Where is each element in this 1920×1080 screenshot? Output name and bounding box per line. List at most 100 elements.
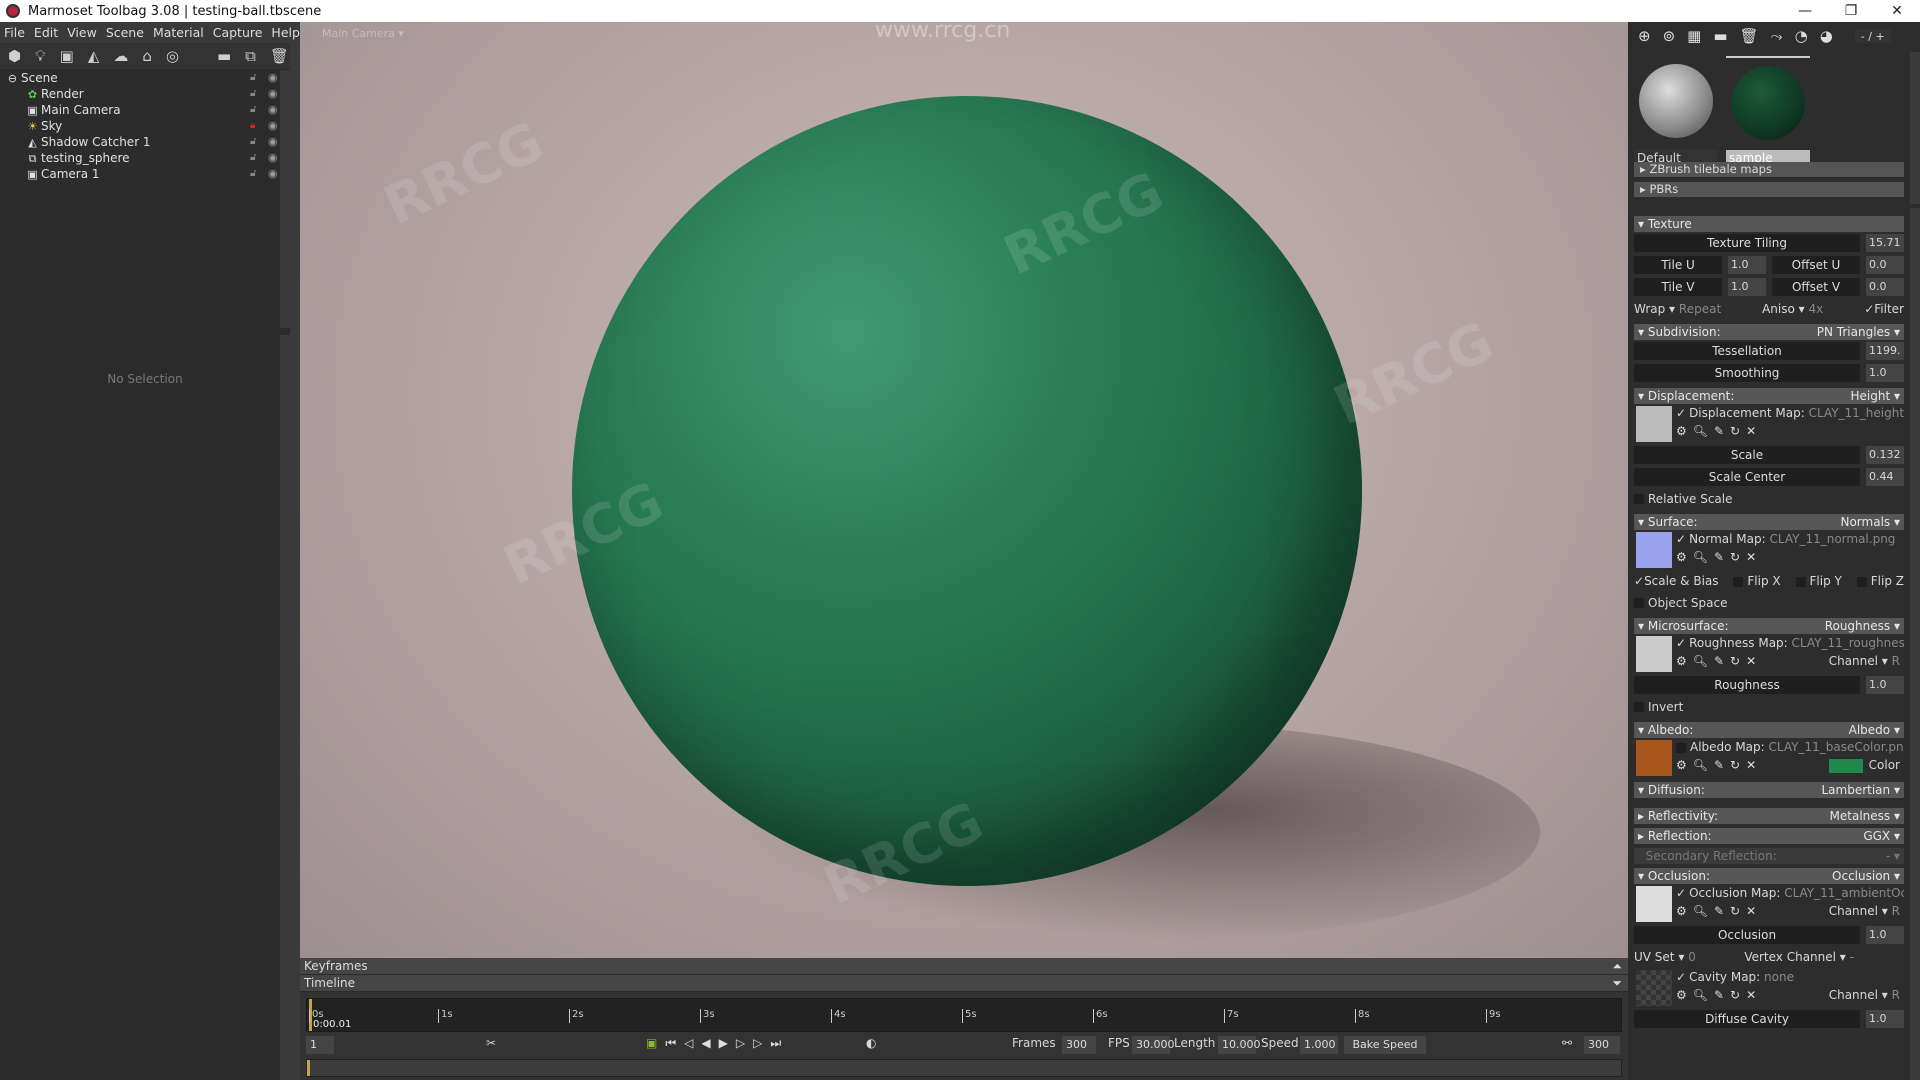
eye-icon[interactable]: ◉ xyxy=(268,134,278,150)
duplicate-material-icon[interactable]: ⊚ xyxy=(1663,27,1676,45)
tree-scrollbar[interactable] xyxy=(280,70,290,328)
surface-mode-dropdown[interactable]: Normals ▾ xyxy=(1840,514,1900,530)
add-light-icon[interactable]: 💡︎ xyxy=(35,47,46,65)
flip-x-checkbox[interactable]: Flip X xyxy=(1733,574,1781,588)
link-icon[interactable]: ⚯ xyxy=(1562,1036,1572,1050)
map-actions-icons[interactable]: ⚙🔍︎✎↻✕ xyxy=(1676,654,1762,668)
cavity-map-slot[interactable]: ✓ Cavity Map: none ⚙🔍︎✎↻✕ Channel ▾ R xyxy=(1634,968,1904,1008)
section-secondary-reflection[interactable]: Secondary Reflection: - ▾ xyxy=(1634,848,1904,864)
menu-scene[interactable]: Scene xyxy=(106,25,144,40)
tree-item-scene[interactable]: ⊖ Scene 🔓︎ ◉ xyxy=(0,70,290,86)
menu-capture[interactable]: Capture xyxy=(213,25,263,40)
menu-view[interactable]: View xyxy=(67,25,97,40)
properties-scrollbar[interactable] xyxy=(1910,208,1920,1080)
collapse-down-icon[interactable]: ⏷ xyxy=(1612,975,1622,992)
displacement-thumbnail[interactable] xyxy=(1636,406,1672,442)
last-frame-icon[interactable]: ⏭ xyxy=(770,1036,789,1050)
map-actions-icons[interactable]: ⚙🔍︎✎↻✕ xyxy=(1676,904,1762,918)
reflection-mode-dropdown[interactable]: GGX ▾ xyxy=(1863,828,1900,844)
texture-tiling-slider[interactable]: Texture Tiling xyxy=(1634,234,1860,252)
diffuse-cavity-value[interactable]: 1.0 xyxy=(1866,1010,1904,1028)
export-icon[interactable]: ◕ xyxy=(1820,27,1833,45)
gear-icon[interactable]: ⚙ xyxy=(300,37,320,52)
menu-edit[interactable]: Edit xyxy=(34,25,58,40)
section-albedo[interactable]: ▾ Albedo: Albedo ▾ xyxy=(1634,722,1904,738)
import-icon[interactable]: ◔ xyxy=(1795,27,1808,45)
relative-scale-checkbox[interactable]: Relative Scale xyxy=(1634,488,1904,510)
channel-dropdown[interactable]: Channel ▾ R xyxy=(1829,904,1900,918)
offset-v-value[interactable]: 0.0 xyxy=(1866,278,1904,296)
tree-item-shadow-catcher[interactable]: ◭ Shadow Catcher 1 🔓︎ ◉ xyxy=(0,134,290,150)
displacement-map-slot[interactable]: ✓Displacement Map: CLAY_11_height.png⚙🔍︎… xyxy=(1634,404,1904,444)
properties-scrollbar[interactable] xyxy=(280,335,290,1080)
eye-icon[interactable]: ◉ xyxy=(268,118,278,134)
invert-checkbox[interactable]: Invert xyxy=(1634,696,1904,718)
occlusion-value[interactable]: 1.0 xyxy=(1866,926,1904,944)
trash-icon[interactable]: 🗑︎ xyxy=(270,47,289,65)
map-actions-icons[interactable]: ⚙🔍︎✎↻✕ xyxy=(1676,424,1762,438)
section-occlusion[interactable]: ▾ Occlusion: Occlusion ▾ xyxy=(1634,868,1904,884)
eye-icon[interactable]: ◉ xyxy=(268,102,278,118)
offset-u-slider[interactable]: Offset U xyxy=(1772,256,1860,274)
section-reflectivity[interactable]: ▸ Reflectivity: Metalness ▾ xyxy=(1634,808,1904,824)
library-zbrush[interactable]: ▸ ZBrush tilebale maps xyxy=(1634,162,1904,177)
end-frame-input[interactable]: 300 xyxy=(1584,1036,1620,1054)
eye-icon[interactable]: ◉ xyxy=(268,150,278,166)
displacement-mode-dropdown[interactable]: Height ▾ xyxy=(1850,388,1900,404)
section-surface[interactable]: ▾ Surface: Normals ▾ xyxy=(1634,514,1904,530)
bake-speed-button[interactable]: Bake Speed xyxy=(1344,1036,1426,1054)
flip-z-checkbox[interactable]: Flip Z xyxy=(1856,574,1904,588)
smoothing-slider[interactable]: Smoothing xyxy=(1634,364,1860,382)
prev-key-icon[interactable]: ◁ xyxy=(684,1036,701,1050)
next-key-icon[interactable]: ▷ xyxy=(753,1036,770,1050)
roughness-slider[interactable]: Roughness xyxy=(1634,676,1860,694)
cavity-channel-dropdown[interactable]: Channel ▾ R xyxy=(1829,988,1900,1002)
albedo-color-picker[interactable]: Color xyxy=(1828,758,1900,773)
section-subdivision[interactable]: ▾ Subdivision: PN Triangles ▾ xyxy=(1634,324,1904,340)
section-displacement[interactable]: ▾ Displacement: Height ▾ xyxy=(1634,388,1904,404)
lock-icon[interactable]: 🔓︎ xyxy=(250,134,256,150)
occlusion-slider[interactable]: Occlusion xyxy=(1634,926,1860,944)
vertex-channel-dropdown[interactable]: Vertex Channel ▾ - xyxy=(1744,950,1854,964)
diffusion-mode-dropdown[interactable]: Lambertian ▾ xyxy=(1821,782,1900,798)
section-microsurface[interactable]: ▾ Microsurface: Roughness ▾ xyxy=(1634,618,1904,634)
folder-icon[interactable]: ▬ xyxy=(1713,27,1727,45)
library-pbrs[interactable]: ▸ PBRs xyxy=(1634,182,1904,197)
first-frame-icon[interactable]: ⏮ xyxy=(665,1036,684,1050)
normal-thumbnail[interactable] xyxy=(1636,532,1672,568)
diffuse-cavity-slider[interactable]: Diffuse Cavity xyxy=(1634,1010,1860,1028)
map-actions-icons[interactable]: ⚙🔍︎✎↻✕ xyxy=(1676,758,1762,772)
add-sky-icon[interactable]: ☁ xyxy=(113,47,128,65)
smoothing-value[interactable]: 1.0 xyxy=(1866,364,1904,382)
camera-dropdown[interactable]: Main Camera ▾ xyxy=(322,27,404,40)
scale-center-slider[interactable]: Scale Center xyxy=(1634,468,1860,486)
lock-icon[interactable]: 🔓︎ xyxy=(250,102,256,118)
add-shadow-catcher-icon[interactable]: ◭ xyxy=(88,47,100,65)
scale-value[interactable]: 0.132 xyxy=(1866,446,1904,464)
camera-icon[interactable]: ▣ xyxy=(300,22,320,37)
keyframes-header[interactable]: Keyframes ⏶ xyxy=(300,958,1628,975)
roughness-map-slot[interactable]: ✓Roughness Map: CLAY_11_roughness.png⚙🔍︎… xyxy=(1634,634,1904,674)
occlusion-mode-dropdown[interactable]: Occlusion ▾ xyxy=(1832,868,1900,884)
microsurface-mode-dropdown[interactable]: Roughness ▾ xyxy=(1825,618,1900,634)
current-frame-input[interactable]: 1 xyxy=(306,1036,334,1054)
next-frame-icon[interactable]: ▷ xyxy=(736,1036,753,1050)
albedo-map-slot[interactable]: Albedo Map: CLAY_11_baseColor.png ⚙🔍︎✎↻✕ C… xyxy=(1634,738,1904,778)
tessellation-slider[interactable]: Tessellation xyxy=(1634,342,1860,360)
section-texture[interactable]: ▾ Texture xyxy=(1634,216,1904,232)
cavity-thumbnail[interactable] xyxy=(1636,970,1672,1006)
viewport[interactable]: www.rrcg.cn RRCG RRCG RRCG RRCG RRCG xyxy=(300,22,1628,958)
scale-bias-checkbox[interactable]: ✓Scale & Bias xyxy=(1634,574,1719,588)
uv-set-dropdown[interactable]: UV Set ▾ 0 xyxy=(1634,950,1696,964)
lock-icon[interactable]: 🔓︎ xyxy=(250,150,256,166)
tile-v-slider[interactable]: Tile V xyxy=(1634,278,1722,296)
timeline-ruler[interactable]: 0s 1s 2s 3s 4s 5s 6s 7s 8s 9s 0:00.01 xyxy=(306,998,1622,1032)
occlusion-thumbnail[interactable] xyxy=(1636,886,1672,922)
albedo-mode-dropdown[interactable]: Albedo ▾ xyxy=(1849,722,1900,738)
minimize-button[interactable]: — xyxy=(1782,0,1828,22)
folder-icon[interactable]: ▬ xyxy=(217,47,231,65)
duplicate-icon[interactable]: ⧉ xyxy=(245,47,256,65)
secondary-mode-dropdown[interactable]: - ▾ xyxy=(1886,848,1900,864)
eye-icon[interactable]: ◉ xyxy=(268,166,278,182)
brush-icon[interactable]: ✎ xyxy=(300,52,320,67)
